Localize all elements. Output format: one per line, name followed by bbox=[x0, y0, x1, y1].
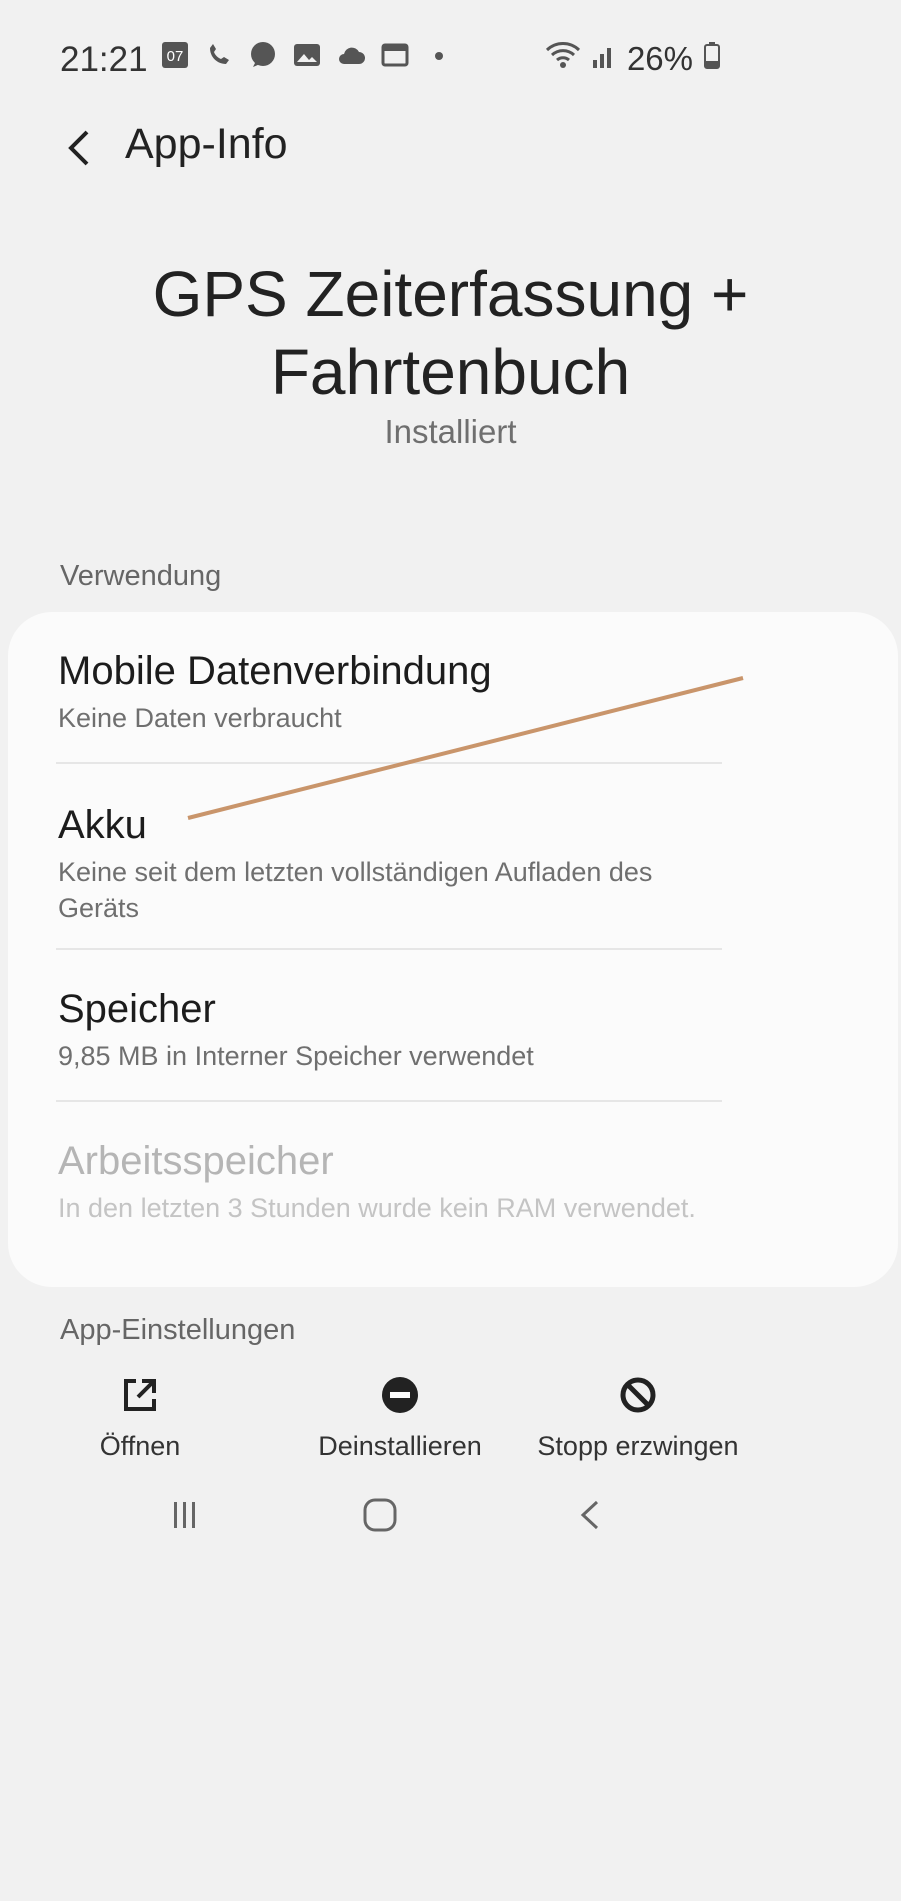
row-title: Speicher bbox=[58, 987, 216, 1031]
home-icon bbox=[363, 1498, 397, 1532]
svg-text:07: 07 bbox=[167, 48, 184, 65]
window-icon bbox=[380, 40, 410, 70]
status-bar: 21:21 07 26% bbox=[0, 0, 901, 110]
app-install-status: Installiert bbox=[384, 413, 517, 450]
row-title: Mobile Datenverbindung bbox=[58, 649, 492, 693]
section-label-usage: Verwendung bbox=[60, 560, 222, 592]
list-item-memory: Arbeitsspeicher In den letzten 3 Stunden… bbox=[58, 1136, 723, 1226]
home-button[interactable] bbox=[345, 1480, 415, 1550]
force-stop-label: Stopp erzwingen bbox=[537, 1431, 739, 1461]
cloud-icon bbox=[336, 40, 366, 70]
row-title: Arbeitsspeicher bbox=[58, 1139, 334, 1183]
recent-apps-button[interactable] bbox=[150, 1480, 220, 1550]
list-item-battery[interactable]: Akku Keine seit dem letzten vollständige… bbox=[58, 800, 723, 926]
chevron-left-icon bbox=[68, 130, 89, 166]
open-label: Öffnen bbox=[99, 1431, 181, 1461]
force-stop-button[interactable]: Stopp erzwingen bbox=[518, 1375, 758, 1465]
status-time: 21:21 bbox=[60, 40, 148, 79]
back-button[interactable] bbox=[50, 118, 110, 178]
open-external-icon bbox=[120, 1375, 160, 1415]
recent-apps-icon bbox=[174, 1502, 195, 1528]
notification-icons: 07 bbox=[160, 40, 454, 70]
list-item-storage[interactable]: Speicher 9,85 MB in Interner Speicher ve… bbox=[58, 984, 723, 1074]
list-item-mobile-data[interactable]: Mobile Datenverbindung Keine Daten verbr… bbox=[58, 646, 723, 736]
divider bbox=[56, 948, 722, 950]
row-subtitle: Keine seit dem letzten vollständigen Auf… bbox=[58, 857, 653, 923]
gallery-icon bbox=[292, 40, 322, 70]
uninstall-label: Deinstallieren bbox=[318, 1431, 482, 1461]
row-subtitle: Keine Daten verbraucht bbox=[58, 703, 342, 733]
uninstall-icon bbox=[380, 1375, 420, 1415]
app-name: GPS Zeiterfassung + Fahrtenbuch bbox=[152, 258, 749, 408]
force-stop-icon bbox=[618, 1375, 658, 1415]
page-title: App-Info bbox=[125, 120, 288, 168]
battery-icon bbox=[703, 40, 721, 78]
usage-card: Mobile Datenverbindung Keine Daten verbr… bbox=[8, 612, 898, 1287]
row-title: Akku bbox=[58, 803, 147, 847]
wifi-icon bbox=[545, 40, 581, 78]
row-subtitle: In den letzten 3 Stunden wurde kein RAM … bbox=[58, 1193, 696, 1223]
open-button[interactable]: Öffnen bbox=[80, 1375, 200, 1465]
row-subtitle: 9,85 MB in Interner Speicher verwendet bbox=[58, 1041, 534, 1071]
divider bbox=[56, 1100, 722, 1102]
signal-icon bbox=[591, 40, 617, 78]
battery-percent: 26% bbox=[626, 40, 693, 77]
nav-back-button[interactable] bbox=[555, 1480, 625, 1550]
toolbar: App-Info bbox=[0, 110, 901, 210]
whatsapp-icon bbox=[248, 40, 278, 70]
divider bbox=[56, 762, 722, 764]
uninstall-button[interactable]: Deinstallieren bbox=[300, 1375, 500, 1465]
section-label-app-settings: App-Einstellungen bbox=[60, 1314, 296, 1346]
missed-call-icon bbox=[204, 40, 234, 70]
calendar-badge-icon: 07 bbox=[160, 40, 190, 70]
system-status: 26% bbox=[545, 40, 721, 78]
back-icon bbox=[580, 1500, 599, 1530]
dot-icon bbox=[424, 40, 454, 70]
